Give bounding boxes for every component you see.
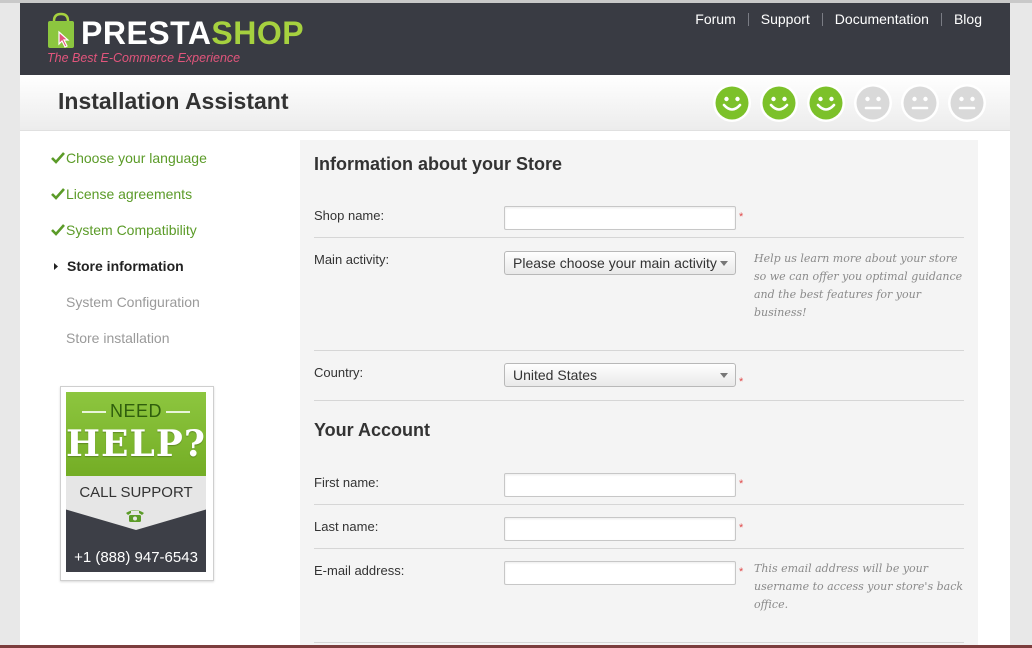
step-license-agreements[interactable]: License agreements xyxy=(50,185,270,221)
checkmark-icon xyxy=(51,152,65,164)
main-activity-select[interactable]: Please choose your main activity xyxy=(504,251,736,275)
step-label: System Configuration xyxy=(66,294,200,310)
form-row-last-name: Last name: * xyxy=(314,505,964,549)
step-system-compatibility[interactable]: System Compatibility xyxy=(50,221,270,257)
store-info-form: Information about your Store Shop name: … xyxy=(300,140,978,648)
logo-wordmark: PRESTASHOP xyxy=(81,15,305,51)
section-title-account: Your Account xyxy=(314,420,430,440)
support-phone-number: +1 (888) 947-6543 xyxy=(74,549,198,566)
first-name-label: First name: xyxy=(314,475,380,490)
step-system-configuration: System Configuration xyxy=(50,293,270,329)
help-banner-bottom: CALL SUPPORT +1 (888) 947-6543 xyxy=(66,476,206,572)
section-title-store: Information about your Store xyxy=(314,154,563,174)
required-asterisk: * xyxy=(739,211,744,223)
nav-link-forum[interactable]: Forum xyxy=(683,11,747,27)
form-row-first-name: First name: * xyxy=(314,467,964,505)
last-name-label: Last name: xyxy=(314,519,379,534)
smiley-neutral-icon xyxy=(901,84,939,122)
shopping-bag-icon xyxy=(48,12,74,48)
title-bar: Installation Assistant xyxy=(20,75,1010,131)
shop-name-label: Shop name: xyxy=(314,208,385,223)
step-label: License agreements xyxy=(66,186,193,202)
step-label: Store installation xyxy=(66,330,170,346)
prestashop-logo[interactable]: PRESTASHOP The Best E-Commerce Experienc… xyxy=(45,12,304,72)
telephone-icon xyxy=(126,510,144,522)
installation-steps: Choose your language License agreements … xyxy=(50,149,270,365)
main-activity-label: Main activity: xyxy=(314,252,390,267)
country-label: Country: xyxy=(314,365,364,380)
chevron-down-icon xyxy=(720,373,728,378)
chevron-down-icon xyxy=(720,261,728,266)
email-input[interactable] xyxy=(504,561,736,585)
progress-smileys xyxy=(712,83,987,123)
help-headline: HELP? xyxy=(66,423,206,465)
page-title: Installation Assistant xyxy=(58,88,289,114)
help-need-text: NEED xyxy=(66,401,206,422)
smiley-happy-icon xyxy=(760,84,798,122)
nav-link-support[interactable]: Support xyxy=(749,11,822,27)
last-name-input[interactable] xyxy=(504,517,736,541)
smiley-happy-icon xyxy=(807,84,845,122)
required-asterisk: * xyxy=(739,376,744,388)
checkmark-icon xyxy=(51,188,65,200)
required-asterisk: * xyxy=(739,566,744,578)
help-banner-top: NEED HELP? xyxy=(66,392,206,476)
form-row-country: Country: United States * xyxy=(314,351,964,401)
step-choose-language[interactable]: Choose your language xyxy=(50,149,270,185)
country-select[interactable]: United States xyxy=(504,363,736,387)
nav-link-documentation[interactable]: Documentation xyxy=(823,11,941,27)
first-name-input[interactable] xyxy=(504,473,736,497)
arrow-right-icon xyxy=(54,263,58,270)
step-store-information: Store information xyxy=(50,257,270,293)
smiley-neutral-icon xyxy=(948,84,986,122)
step-label: Store information xyxy=(67,258,184,274)
installer-page: PRESTASHOP The Best E-Commerce Experienc… xyxy=(20,3,1010,648)
need-help-banner[interactable]: NEED HELP? CALL SUPPORT +1 (888) 947-654… xyxy=(60,386,214,581)
smiley-neutral-icon xyxy=(854,84,892,122)
step-store-installation: Store installation xyxy=(50,329,270,365)
required-asterisk: * xyxy=(739,522,744,534)
step-label: Choose your language xyxy=(66,150,207,166)
checkmark-icon xyxy=(51,224,65,236)
required-asterisk: * xyxy=(739,478,744,490)
email-label: E-mail address: xyxy=(314,563,405,578)
form-row-main-activity: Main activity: Please choose your main a… xyxy=(314,238,964,351)
logo-tagline: The Best E-Commerce Experience xyxy=(47,51,241,65)
smiley-happy-icon xyxy=(713,84,751,122)
email-hint: This email address will be your username… xyxy=(754,562,964,611)
shop-name-input[interactable] xyxy=(504,206,736,230)
header-bar: PRESTASHOP The Best E-Commerce Experienc… xyxy=(20,3,1010,75)
nav-link-blog[interactable]: Blog xyxy=(942,11,982,27)
top-navigation: Forum Support Documentation Blog xyxy=(683,11,982,27)
form-row-email: E-mail address: * This email address wil… xyxy=(314,549,964,643)
main-activity-hint: Help us learn more about your store so w… xyxy=(754,252,963,319)
form-row-shop-name: Shop name: * xyxy=(314,202,964,238)
step-label: System Compatibility xyxy=(66,222,197,238)
